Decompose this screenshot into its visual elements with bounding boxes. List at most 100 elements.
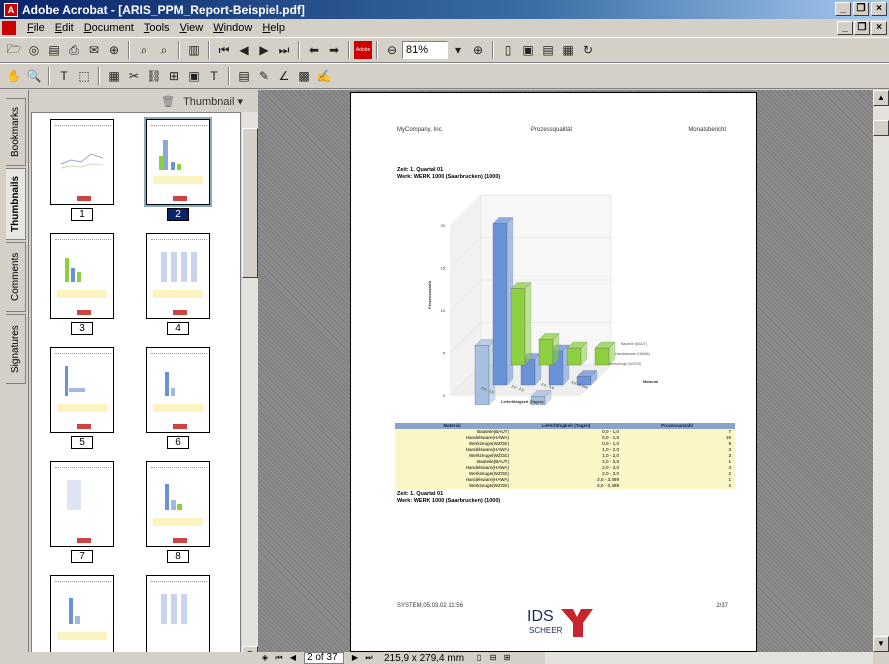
- link-tool-icon[interactable]: ⛓: [145, 67, 163, 85]
- thumbnail-label-2[interactable]: 2: [167, 208, 189, 221]
- single-page-layout-icon[interactable]: ▯: [472, 652, 486, 664]
- save-icon[interactable]: ▤: [45, 41, 63, 59]
- thumbnail-label-3[interactable]: 3: [71, 322, 93, 335]
- table-row: Werkzeuge(WZGE) 3,0 - 3,499 2: [395, 483, 735, 489]
- thumbnail-page-3[interactable]: [50, 233, 114, 319]
- thumbnail-menu-button[interactable]: Thumbnail ▾: [183, 95, 243, 108]
- footer-page-number: 2/37: [716, 603, 728, 609]
- doc-scroll-thumb[interactable]: [873, 120, 889, 136]
- actual-size-icon[interactable]: ▯: [499, 41, 517, 59]
- web-capture-icon[interactable]: ◎: [25, 41, 43, 59]
- menu-window[interactable]: Window: [208, 22, 257, 34]
- thumbnail-label-7[interactable]: 7: [71, 550, 93, 563]
- search-icon[interactable]: ⌕: [155, 41, 173, 59]
- find-icon[interactable]: ⌕: [135, 41, 153, 59]
- trash-icon[interactable]: 🗑: [161, 95, 175, 108]
- thumbnail-label-6[interactable]: 6: [167, 436, 189, 449]
- thumbnail-label-4[interactable]: 4: [167, 322, 189, 335]
- show-hide-panel-icon[interactable]: ▥: [185, 41, 203, 59]
- thumbnail-label-5[interactable]: 5: [71, 436, 93, 449]
- menu-help[interactable]: Help: [257, 22, 290, 34]
- menu-file[interactable]: File: [22, 22, 50, 34]
- thumbnail-page-4[interactable]: [146, 233, 210, 319]
- first-page-icon[interactable]: ⏮: [215, 41, 233, 59]
- zoom-tool-icon[interactable]: 🔍: [25, 67, 43, 85]
- thumbnail-scroll-thumb[interactable]: [242, 128, 258, 278]
- upload-icon[interactable]: ⊕: [105, 41, 123, 59]
- menu-tools[interactable]: Tools: [139, 22, 175, 34]
- minimize-button[interactable]: _: [835, 2, 851, 16]
- prev-page-icon[interactable]: ◀: [235, 41, 253, 59]
- sign-tool-icon[interactable]: ✍: [315, 67, 333, 85]
- thumbnail-page-10[interactable]: [146, 575, 210, 661]
- thumbnail-page-6[interactable]: [146, 347, 210, 433]
- pencil-tool-icon[interactable]: ✎: [255, 67, 273, 85]
- crop-tool-icon[interactable]: ✂: [125, 67, 143, 85]
- graphics-select-icon[interactable]: ⬚: [75, 67, 93, 85]
- tab-signatures[interactable]: Signatures: [6, 314, 26, 384]
- tab-bookmarks[interactable]: Bookmarks: [6, 98, 26, 166]
- bar-chart-3d: 0 5 10 15 20 Prozessanzahl Bauteile (BAUT) Hand…: [427, 194, 658, 405]
- movie-tool-icon[interactable]: ▣: [185, 67, 203, 85]
- thumbnail-page-7[interactable]: [50, 461, 114, 547]
- text-select-icon[interactable]: T: [55, 67, 73, 85]
- continuous-layout-icon[interactable]: ⊟: [486, 652, 500, 664]
- z-axis-label: Material: [643, 379, 658, 384]
- email-icon[interactable]: ✉: [85, 41, 103, 59]
- nav-pan-icon[interactable]: ◈: [258, 652, 272, 664]
- stamp-tool-icon[interactable]: ▩: [295, 67, 313, 85]
- note-tool-icon[interactable]: ▤: [235, 67, 253, 85]
- next-page-icon[interactable]: ▶: [255, 41, 273, 59]
- tab-comments[interactable]: Comments: [6, 242, 26, 312]
- thumbnail-page-1[interactable]: [50, 119, 114, 205]
- logo-text-ids: IDS: [527, 608, 554, 625]
- thumbnail-label-1[interactable]: 1: [71, 208, 93, 221]
- document-scrollbar[interactable]: ▲ ▼: [873, 90, 889, 652]
- nav-prev-page-icon[interactable]: ◀: [286, 652, 300, 664]
- doc-minimize-button[interactable]: _: [837, 21, 853, 35]
- go-back-icon[interactable]: ⬅: [305, 41, 323, 59]
- nav-first-page-icon[interactable]: ⏮: [272, 652, 286, 664]
- reflow-icon[interactable]: ▦: [559, 41, 577, 59]
- doc-scroll-up-icon[interactable]: ▲: [873, 90, 889, 106]
- restore-button[interactable]: ❐: [853, 2, 869, 16]
- tab-thumbnails[interactable]: Thumbnails: [6, 168, 26, 240]
- thumbnail-page-2[interactable]: [144, 117, 212, 207]
- doc-scroll-down-icon[interactable]: ▼: [873, 636, 889, 652]
- close-button[interactable]: ×: [871, 2, 887, 16]
- fit-page-icon[interactable]: ▣: [519, 41, 537, 59]
- document-view: MyCompany, Inc. Prozessqualität Monatsbe…: [258, 90, 873, 652]
- go-forward-icon[interactable]: ➡: [325, 41, 343, 59]
- print-icon[interactable]: ⎙: [65, 41, 83, 59]
- zoom-input[interactable]: 81%: [402, 41, 448, 59]
- thumbnail-page-8[interactable]: [146, 461, 210, 547]
- thumbnail-scrollbar[interactable]: ▼: [242, 112, 258, 662]
- adobe-logo-icon[interactable]: Adobe: [354, 41, 372, 59]
- horizontal-scrollbar[interactable]: [545, 652, 873, 664]
- menu-edit[interactable]: Edit: [50, 22, 79, 34]
- menu-document[interactable]: Document: [79, 22, 139, 34]
- zoom-dropdown-icon[interactable]: ▾: [449, 41, 467, 59]
- document-icon[interactable]: [2, 21, 16, 35]
- thumbnail-page-5[interactable]: [50, 347, 114, 433]
- facing-layout-icon[interactable]: ⊞: [500, 652, 514, 664]
- zoom-in-icon[interactable]: ⊕: [469, 41, 487, 59]
- rotate-icon[interactable]: ↻: [579, 41, 597, 59]
- page-number-input[interactable]: 2 of 37: [304, 652, 344, 664]
- touchup-text-icon[interactable]: T: [205, 67, 223, 85]
- last-page-icon[interactable]: ⏭: [275, 41, 293, 59]
- fit-width-icon[interactable]: ▤: [539, 41, 557, 59]
- open-icon[interactable]: 🗁: [5, 41, 23, 59]
- line-tool-icon[interactable]: ∠: [275, 67, 293, 85]
- form-tool-icon[interactable]: ⊞: [165, 67, 183, 85]
- thumbnail-page-9[interactable]: [50, 575, 114, 661]
- doc-restore-button[interactable]: ❐: [854, 21, 870, 35]
- article-tool-icon[interactable]: ▦: [105, 67, 123, 85]
- doc-close-button[interactable]: ×: [871, 21, 887, 35]
- thumbnail-label-8[interactable]: 8: [167, 550, 189, 563]
- zoom-out-icon[interactable]: ⊖: [383, 41, 401, 59]
- menu-view[interactable]: View: [175, 22, 209, 34]
- hand-tool-icon[interactable]: ✋: [5, 67, 23, 85]
- nav-next-page-icon[interactable]: ▶: [348, 652, 362, 664]
- nav-last-page-icon[interactable]: ⏭: [362, 652, 376, 664]
